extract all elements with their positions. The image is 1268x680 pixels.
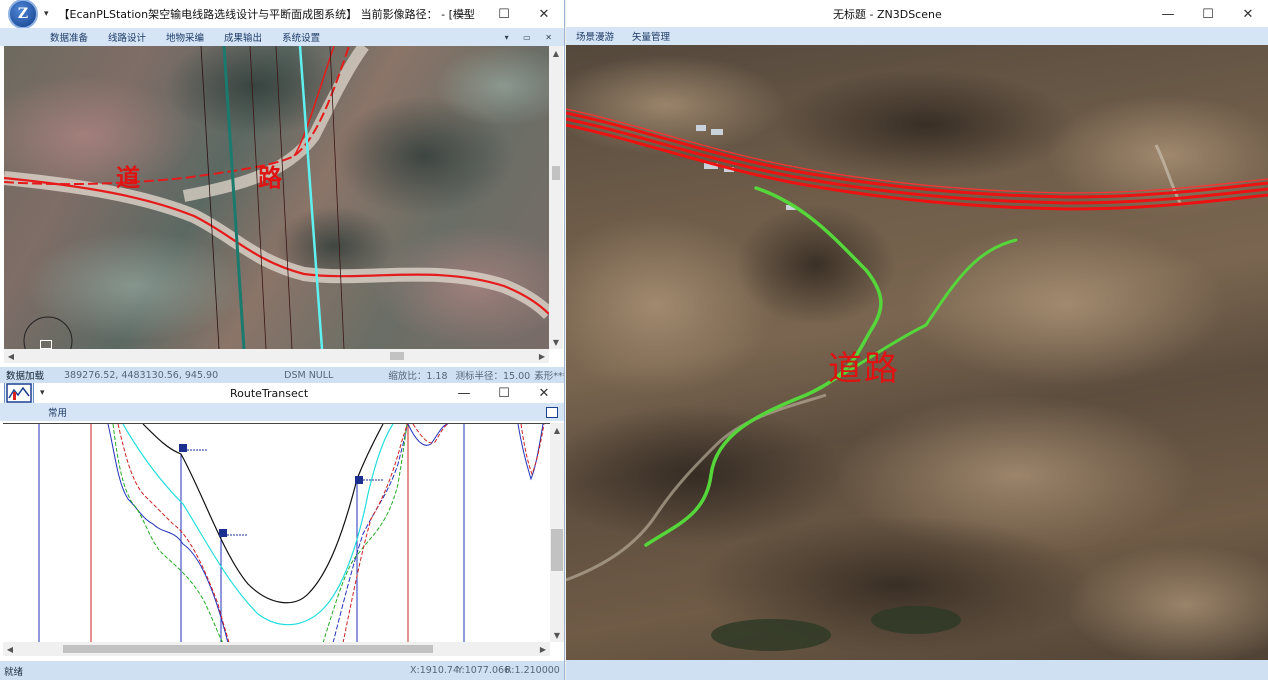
scene-statusbar: [566, 660, 1268, 680]
transect-scroll-up-icon[interactable]: ▲: [550, 423, 564, 437]
vertical-scroll-thumb[interactable]: [552, 166, 560, 180]
scene-maximize-button[interactable]: ☐: [1188, 0, 1228, 28]
scene-titlebar: 无标题 - ZN3DScene — ☐ ✕: [566, 0, 1268, 28]
scroll-down-arrow-icon[interactable]: ▼: [549, 335, 563, 349]
terrain-3d-view[interactable]: 道路: [566, 45, 1268, 660]
main-statusbar: 数据加载 389276.52, 4483130.56, 945.90 DSM N…: [0, 367, 564, 383]
transect-status-y: Y:1077.066: [457, 665, 511, 676]
stereo-map-view[interactable]: 道 路: [4, 46, 549, 349]
menu-item-feature-edit[interactable]: 地物采编: [166, 30, 204, 44]
status-load: 数据加载: [6, 371, 45, 382]
main-window-controls: — ☐ ✕: [444, 0, 564, 28]
transect-status-x: X:1910.74: [410, 665, 459, 676]
mdi-controls[interactable]: ▾ ▭ ✕: [505, 33, 558, 42]
road-3d-label: 道路: [828, 349, 900, 389]
status-coords: 389276.52, 4483130.56, 945.90: [64, 369, 219, 381]
menu-item-route-design[interactable]: 线路设计: [108, 30, 146, 44]
transect-profile-svg: [38, 424, 545, 642]
close-button[interactable]: ✕: [524, 0, 564, 28]
transect-maximize-button[interactable]: ☐: [484, 383, 524, 403]
status-radius: 测标半径：15.00: [455, 371, 531, 382]
tower-marker-3[interactable]: [355, 476, 383, 484]
scene-menubar: 场景漫游 矢量管理: [566, 27, 1268, 45]
minimize-button[interactable]: —: [444, 0, 484, 28]
transect-toolbar-icon[interactable]: [546, 406, 558, 418]
main-menubar: 数据准备 线路设计 地物采编 成果输出 系统设置 ▾ ▭ ✕: [0, 28, 564, 46]
transect-scroll-right-icon[interactable]: ▶: [536, 642, 550, 656]
map-horizontal-scrollbar[interactable]: ◀ ▶: [4, 349, 549, 363]
menu-item-data-prep[interactable]: 数据准备: [50, 30, 88, 44]
grid-toggle-icon[interactable]: [40, 340, 52, 349]
transect-statusbar: 就绪 X:1910.74 Y:1077.066 R:1.210000: [0, 661, 564, 680]
app-logo-icon[interactable]: Z: [8, 0, 38, 29]
scene-close-button[interactable]: ✕: [1228, 0, 1268, 28]
scene-window: 无标题 - ZN3DScene — ☐ ✕ 场景漫游 矢量管理 道路: [566, 0, 1268, 680]
quick-access-pin-icon[interactable]: ▾: [44, 9, 49, 19]
transect-menubar: 常用: [0, 403, 564, 421]
scroll-right-arrow-icon[interactable]: ▶: [535, 349, 549, 363]
transect-close-button[interactable]: ✕: [524, 383, 564, 403]
scroll-left-arrow-icon[interactable]: ◀: [4, 349, 18, 363]
map-label-char-2: 路: [258, 163, 282, 192]
transect-horizontal-scrollbar[interactable]: ◀ ▶: [3, 642, 550, 656]
transect-window-title: RouteTransect: [230, 386, 309, 400]
stereo-map-svg: [4, 46, 549, 349]
menu-item-vector-manage[interactable]: 矢量管理: [632, 29, 670, 43]
map-vertical-scrollbar[interactable]: ▲ ▼: [549, 46, 563, 349]
terrain-svg: [566, 55, 1268, 660]
transect-window: ▾ RouteTransect — ☐ ✕ 常用 ▲ ▼ ◀ ▶ 就绪 X:19…: [0, 383, 565, 680]
tower-marker-1[interactable]: [179, 444, 207, 452]
menu-item-output[interactable]: 成果输出: [224, 30, 262, 44]
transect-profile-view[interactable]: [3, 423, 550, 642]
status-scale: 缩放比：1.18: [388, 371, 448, 382]
transect-scroll-down-icon[interactable]: ▼: [550, 628, 564, 642]
transect-status-ready: 就绪: [4, 666, 24, 678]
map-label-char-1: 道: [116, 163, 140, 192]
transect-window-controls: — ☐ ✕: [444, 383, 564, 403]
maximize-button[interactable]: ☐: [484, 0, 524, 28]
scene-minimize-button[interactable]: —: [1148, 0, 1188, 28]
horizontal-scroll-thumb[interactable]: [390, 352, 404, 360]
menu-item-scene-roam[interactable]: 场景漫游: [576, 29, 614, 43]
menu-item-settings[interactable]: 系统设置: [282, 30, 320, 44]
transect-vertical-scrollbar[interactable]: ▲ ▼: [550, 423, 564, 642]
transect-pin-icon[interactable]: ▾: [40, 388, 45, 398]
main-titlebar: Z ▾ 【EcanPLStation架空输电线路选线设计与平断面成图系统】 当前…: [0, 0, 564, 29]
main-window-title: 【EcanPLStation架空输电线路选线设计与平断面成图系统】 当前影像路径…: [58, 8, 479, 21]
menu-item-common[interactable]: 常用: [48, 405, 67, 419]
transect-status-r: R:1.210000: [505, 665, 560, 676]
transect-minimize-button[interactable]: —: [444, 383, 484, 403]
status-pixel: 素形******: [534, 371, 564, 382]
transect-vertical-thumb[interactable]: [551, 529, 563, 571]
tower-marker-2[interactable]: [219, 529, 247, 537]
transect-scroll-left-icon[interactable]: ◀: [3, 642, 17, 656]
scroll-up-arrow-icon[interactable]: ▲: [549, 46, 563, 60]
transect-titlebar: ▾ RouteTransect — ☐ ✕: [0, 383, 564, 407]
status-dsm: DSM NULL: [284, 369, 334, 381]
scene-window-title: 无标题 - ZN3DScene: [833, 8, 942, 21]
scene-window-controls: — ☐ ✕: [1148, 0, 1268, 28]
main-window: Z ▾ 【EcanPLStation架空输电线路选线设计与平断面成图系统】 当前…: [0, 0, 565, 383]
transect-horizontal-thumb[interactable]: [63, 645, 433, 653]
